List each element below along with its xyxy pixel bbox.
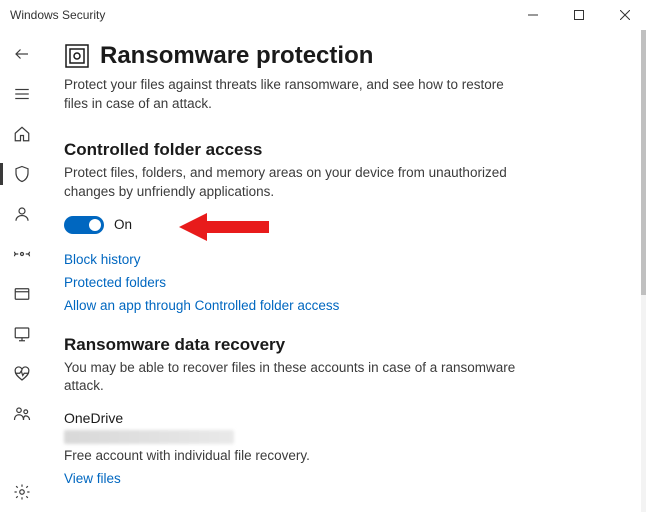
nav-virus-threat[interactable] — [0, 154, 44, 194]
recovery-provider-desc: Free account with individual file recove… — [64, 448, 618, 463]
annotation-arrow — [179, 210, 269, 244]
close-button[interactable] — [602, 0, 648, 29]
nav-settings[interactable] — [0, 472, 44, 512]
nav-app-browser[interactable] — [0, 274, 44, 314]
link-block-history[interactable]: Block history — [64, 252, 618, 267]
recovery-description: You may be able to recover files in thes… — [64, 359, 524, 397]
back-button[interactable] — [0, 34, 44, 74]
nav-firewall[interactable] — [0, 234, 44, 274]
nav-account[interactable] — [0, 194, 44, 234]
cfa-toggle-label: On — [114, 217, 132, 232]
cfa-toggle[interactable] — [64, 216, 104, 234]
titlebar: Windows Security — [0, 0, 648, 30]
nav-family[interactable] — [0, 394, 44, 434]
vertical-scrollbar[interactable] — [641, 30, 646, 512]
recovery-account-redacted — [64, 430, 234, 444]
recovery-provider: OneDrive — [64, 410, 618, 426]
nav-device-health[interactable] — [0, 354, 44, 394]
cfa-description: Protect files, folders, and memory areas… — [64, 164, 524, 202]
window-title: Windows Security — [10, 8, 105, 22]
menu-button[interactable] — [0, 74, 44, 114]
nav-device-security[interactable] — [0, 314, 44, 354]
recovery-title: Ransomware data recovery — [64, 335, 618, 355]
link-view-files[interactable]: View files — [64, 471, 618, 486]
maximize-button[interactable] — [556, 0, 602, 29]
link-protected-folders[interactable]: Protected folders — [64, 275, 618, 290]
page-description: Protect your files against threats like … — [64, 76, 524, 114]
window-buttons — [510, 0, 648, 29]
page-title: Ransomware protection — [100, 42, 373, 70]
minimize-button[interactable] — [510, 0, 556, 29]
ransomware-icon — [64, 43, 90, 69]
nav-home[interactable] — [0, 114, 44, 154]
cfa-title: Controlled folder access — [64, 140, 618, 160]
link-allow-app[interactable]: Allow an app through Controlled folder a… — [64, 298, 618, 313]
sidebar — [0, 30, 44, 512]
main-content: Ransomware protection Protect your files… — [44, 30, 648, 512]
